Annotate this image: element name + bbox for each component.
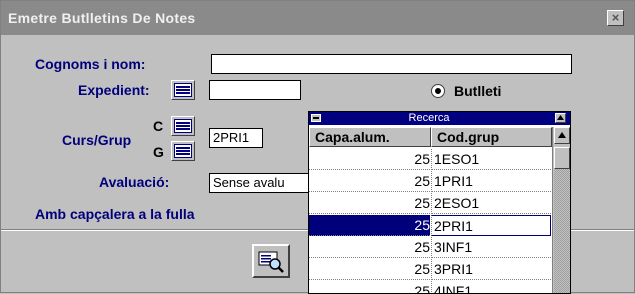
cell-capa: 25 [309, 171, 430, 192]
name-label: Cognoms i nom: [35, 56, 146, 72]
expedient-search-button[interactable] [171, 80, 195, 100]
column-header-grup[interactable]: Cod.grup [431, 127, 552, 147]
popup-title: Recerca [408, 112, 450, 124]
cell-grup: 3INF1 [431, 237, 551, 258]
expedient-field[interactable] [209, 80, 301, 100]
window-title: Emetre Butlletins De Notes [8, 10, 196, 26]
close-button[interactable]: × [607, 10, 624, 26]
curs-c-button[interactable] [171, 116, 195, 136]
dialog-window: Emetre Butlletins De Notes × Cognoms i n… [0, 0, 635, 294]
cell-capa: 25 [309, 259, 430, 280]
curs-g-label: G [153, 144, 164, 160]
cell-capa: 25 [309, 193, 430, 214]
cell-capa: 25 [309, 215, 430, 236]
cell-grup: 2ESO1 [431, 193, 551, 214]
search-popup: Recerca Capa.alum. Cod.grup 25 1ESO1 25 1P… [308, 111, 571, 294]
scroll-thumb[interactable] [554, 147, 570, 169]
cell-grup: 3PRI1 [431, 259, 551, 280]
list-item[interactable]: 25 4INF1 [309, 281, 551, 293]
scroll-up-icon [558, 132, 566, 138]
print-preview-button[interactable] [252, 244, 290, 278]
expedient-label: Expedient: [78, 82, 150, 98]
cell-grup: 2PRI1 [431, 215, 551, 236]
list-item[interactable]: 25 1PRI1 [309, 171, 551, 193]
list-item[interactable]: 25 3INF1 [309, 237, 551, 259]
curs-c-label: C [153, 118, 164, 134]
title-bar: Emetre Butlletins De Notes × [1, 1, 634, 35]
list-item[interactable]: 25 1ESO1 [309, 149, 551, 171]
list-item[interactable]: 25 3PRI1 [309, 259, 551, 281]
list-icon [174, 83, 192, 97]
column-header-capa[interactable]: Capa.alum. [309, 127, 431, 147]
cell-capa: 25 [309, 149, 430, 170]
cell-capa: 25 [309, 237, 430, 258]
avaluacio-select[interactable]: Sense avalu [209, 173, 314, 193]
scroll-track[interactable] [554, 169, 570, 293]
cell-grup: 4INF1 [431, 281, 551, 293]
name-field[interactable] [211, 54, 572, 74]
cell-grup: 1ESO1 [431, 149, 551, 170]
list-icon [174, 119, 192, 133]
header-option-label[interactable]: Amb capçalera a la fulla [35, 206, 195, 222]
popup-title-bar: Recerca [309, 112, 570, 125]
curs-field[interactable]: 2PRI1 [209, 128, 263, 148]
curs-g-button[interactable] [171, 141, 195, 161]
butlleti-radio[interactable] [431, 84, 445, 98]
print-preview-icon [258, 251, 284, 273]
vertical-scrollbar[interactable] [552, 127, 570, 293]
cell-grup: 1PRI1 [431, 171, 551, 192]
avaluacio-label: Avaluació: [99, 174, 170, 190]
radio-dot [435, 88, 441, 94]
maximize-button[interactable] [555, 113, 566, 123]
butlleti-label: Butlleti [454, 83, 502, 99]
triangle-up-icon [557, 115, 564, 120]
list-icon [174, 144, 192, 158]
scroll-up-button[interactable] [554, 127, 570, 144]
list-item-selected[interactable]: 25 2PRI1 [309, 215, 551, 237]
curs-grup-label: Curs/Grup [62, 132, 132, 148]
list-item[interactable]: 25 2ESO1 [309, 193, 551, 215]
cell-capa: 25 [309, 281, 430, 293]
